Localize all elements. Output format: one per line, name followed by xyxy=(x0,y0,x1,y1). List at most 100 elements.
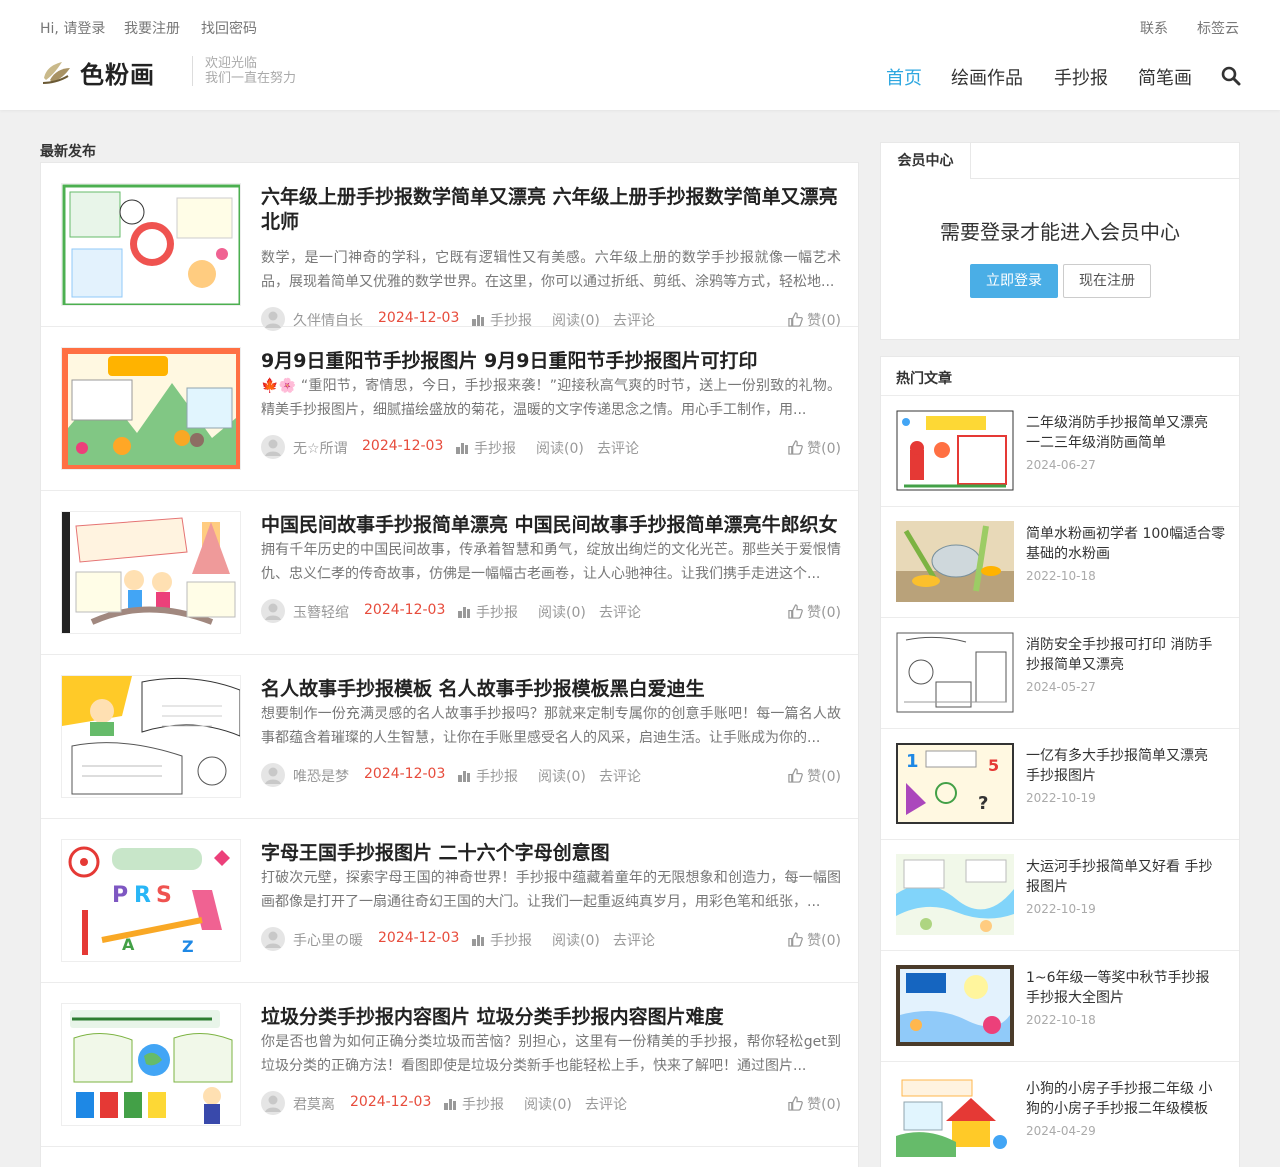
post-category-label: 手抄报 xyxy=(490,933,532,949)
post-thumbnail[interactable] xyxy=(61,511,241,634)
avatar[interactable] xyxy=(261,763,285,787)
post-category[interactable]: 手抄报 xyxy=(455,438,516,458)
site-logo[interactable]: 色粉画 xyxy=(40,56,155,89)
fire-safety-poster-image xyxy=(896,410,1014,491)
post-thumbnail[interactable] xyxy=(61,1003,241,1126)
post-title[interactable]: 字母王国手抄报图片 二十六个字母创意图 xyxy=(261,841,841,866)
hot-article-date: 2022-10-19 xyxy=(1026,791,1096,805)
post-likes-label: 赞(0) xyxy=(807,769,841,785)
thumbs-up-icon xyxy=(788,1096,804,1111)
thumbs-up-icon xyxy=(788,768,804,783)
post-excerpt: 打破次元壁，探索字母王国的神奇世界！手抄报中蕴藏着童年的无限想象和创造力，每一幅… xyxy=(261,870,841,910)
hot-article-thumbnail[interactable]: 1 5 ? xyxy=(896,743,1014,824)
post-thumbnail[interactable]: P R S A Z xyxy=(61,839,241,962)
nav-paintings[interactable]: 绘画作品 xyxy=(951,64,1023,90)
post-item: 中国民间故事手抄报简单漂亮 中国民间故事手抄报简单漂亮牛郎织女 拥有千年历史的中… xyxy=(41,491,858,655)
hot-article-title[interactable]: 消防安全手抄报可打印 消防手抄报简单又漂亮 xyxy=(1026,635,1226,675)
hot-article-thumbnail[interactable] xyxy=(896,965,1014,1046)
recover-password-link[interactable]: 找回密码 xyxy=(201,18,257,38)
nav-simple-drawing[interactable]: 简笔画 xyxy=(1138,64,1192,90)
post-date: 2024-12-03 xyxy=(378,310,460,326)
post-category[interactable]: 手抄报 xyxy=(471,930,532,950)
post-author[interactable]: 手心里の暖 xyxy=(293,930,363,950)
category-icon xyxy=(472,935,484,946)
post-thumbnail[interactable] xyxy=(61,675,241,798)
register-link[interactable]: 我要注册 xyxy=(124,18,180,38)
post-comments-link[interactable]: 去评论 xyxy=(585,1094,627,1114)
post-category[interactable]: 手抄报 xyxy=(457,766,518,786)
post-title[interactable]: 9月9日重阳节手抄报图片 9月9日重阳节手抄报图片可打印 xyxy=(261,349,841,374)
hot-article-date: 2024-06-27 xyxy=(1026,458,1096,472)
hot-articles-box: 热门文章 二年级消防手抄报简单又漂亮 一二三年级消防画简单 2024-06-27 xyxy=(880,356,1240,1167)
tab-member-center[interactable]: 会员中心 xyxy=(881,143,971,179)
post-like-button[interactable]: 赞(0) xyxy=(788,930,841,950)
post-views: 阅读(0) xyxy=(538,605,586,621)
login-link[interactable]: Hi, 请登录 xyxy=(40,18,105,38)
svg-text:P: P xyxy=(112,883,128,908)
post-comments-link[interactable]: 去评论 xyxy=(599,602,641,622)
post-title[interactable]: 名人故事手抄报模板 名人故事手抄报模板黑白爱迪生 xyxy=(261,677,841,702)
post-likes-label: 赞(0) xyxy=(807,605,841,621)
hot-article-title[interactable]: 简单水粉画初学者 100幅适合零基础的水粉画 xyxy=(1026,524,1226,564)
tab-divider xyxy=(971,178,1239,179)
post-category-label: 手抄报 xyxy=(476,605,518,621)
tag-cloud-link[interactable]: 标签云 xyxy=(1197,18,1239,38)
post-comments-link[interactable]: 去评论 xyxy=(613,930,655,950)
nav-home[interactable]: 首页 xyxy=(886,64,922,90)
post-thumbnail[interactable] xyxy=(61,183,241,306)
contact-link[interactable]: 联系 xyxy=(1140,18,1168,38)
hot-article-title[interactable]: 大运河手抄报简单又好看 手抄报图片 xyxy=(1026,857,1226,897)
avatar[interactable] xyxy=(261,435,285,459)
post-like-button[interactable]: 赞(0) xyxy=(788,602,841,622)
folk-story-poster-image xyxy=(62,512,240,633)
hot-article-thumbnail[interactable] xyxy=(896,1076,1014,1157)
post-title[interactable]: 中国民间故事手抄报简单漂亮 中国民间故事手抄报简单漂亮牛郎织女 xyxy=(261,513,841,538)
post-category[interactable]: 手抄报 xyxy=(457,602,518,622)
hot-article-date: 2024-04-29 xyxy=(1026,1124,1096,1138)
thumbs-up-icon xyxy=(788,604,804,619)
post-likes-label: 赞(0) xyxy=(807,1097,841,1113)
avatar[interactable] xyxy=(261,599,285,623)
post-author[interactable]: 君莫离 xyxy=(293,1094,335,1114)
hot-article-item: 大运河手抄报简单又好看 手抄报图片 2022-10-19 xyxy=(881,840,1239,951)
mid-autumn-poster-image xyxy=(896,965,1014,1046)
avatar[interactable] xyxy=(261,1091,285,1115)
post-thumbnail[interactable] xyxy=(61,347,241,470)
famous-story-poster-image xyxy=(62,676,240,797)
nav-handwritten-newspaper[interactable]: 手抄报 xyxy=(1054,64,1108,90)
hot-article-thumbnail[interactable] xyxy=(896,410,1014,491)
login-required-message: 需要登录才能进入会员中心 xyxy=(940,220,1180,244)
hot-article-title[interactable]: 二年级消防手抄报简单又漂亮 一二三年级消防画简单 xyxy=(1026,413,1226,453)
post-title[interactable]: 垃圾分类手抄报内容图片 垃圾分类手抄报内容图片难度 xyxy=(261,1005,841,1030)
hot-article-thumbnail[interactable] xyxy=(896,632,1014,713)
category-icon xyxy=(458,771,470,782)
register-button[interactable]: 现在注册 xyxy=(1063,264,1151,298)
post-excerpt: 🍁🌸 “重阳节，寄情思，今日，手抄报来袭！”迎接秋高气爽的时节，送上一份别致的礼… xyxy=(261,378,841,418)
post-category[interactable]: 手抄报 xyxy=(443,1094,504,1114)
post-author[interactable]: 无☆所谓 xyxy=(293,438,348,458)
post-like-button[interactable]: 赞(0) xyxy=(788,1094,841,1114)
svg-text:5: 5 xyxy=(988,756,999,775)
post-like-button[interactable]: 赞(0) xyxy=(788,438,841,458)
post-author[interactable]: 唯恐是梦 xyxy=(293,766,349,786)
hot-article-title[interactable]: 小狗的小房子手抄报二年级 小狗的小房子手抄报二年级模板 xyxy=(1026,1079,1226,1119)
svg-text:A: A xyxy=(122,935,135,954)
hot-article-thumbnail[interactable] xyxy=(896,521,1014,602)
search-icon[interactable] xyxy=(1221,66,1241,86)
login-button[interactable]: 立即登录 xyxy=(970,264,1058,298)
post-comments-link[interactable]: 去评论 xyxy=(599,766,641,786)
post-meta: 手心里の暖 2024-12-03 手抄报 阅读(0) 去评论 赞(0) xyxy=(261,927,841,951)
puppy-house-poster-image xyxy=(896,1076,1014,1157)
post-title[interactable]: 六年级上册手抄报数学简单又漂亮 六年级上册手抄报数学简单又漂亮北师 xyxy=(261,185,841,235)
post-comments-link[interactable]: 去评论 xyxy=(597,438,639,458)
post-author[interactable]: 玉簪轻绾 xyxy=(293,602,349,622)
hot-article-item: 简单水粉画初学者 100幅适合零基础的水粉画 2022-10-18 xyxy=(881,507,1239,618)
post-like-button[interactable]: 赞(0) xyxy=(788,766,841,786)
hot-article-title[interactable]: 一亿有多大手抄报简单又漂亮 手抄报图片 xyxy=(1026,746,1226,786)
post-item: 六年级上册手抄报数学简单又漂亮 六年级上册手抄报数学简单又漂亮北师 数学，是一门… xyxy=(41,163,858,331)
avatar[interactable] xyxy=(261,927,285,951)
post-item: P R S A Z 字母王国手抄报图片 二十六个字母创意图 打破次元壁，探索字母… xyxy=(41,819,858,983)
hot-article-thumbnail[interactable] xyxy=(896,854,1014,935)
fire-safety-lineart-image xyxy=(896,632,1014,713)
hot-article-title[interactable]: 1~6年级一等奖中秋节手抄报 手抄报大全图片 xyxy=(1026,968,1226,1008)
